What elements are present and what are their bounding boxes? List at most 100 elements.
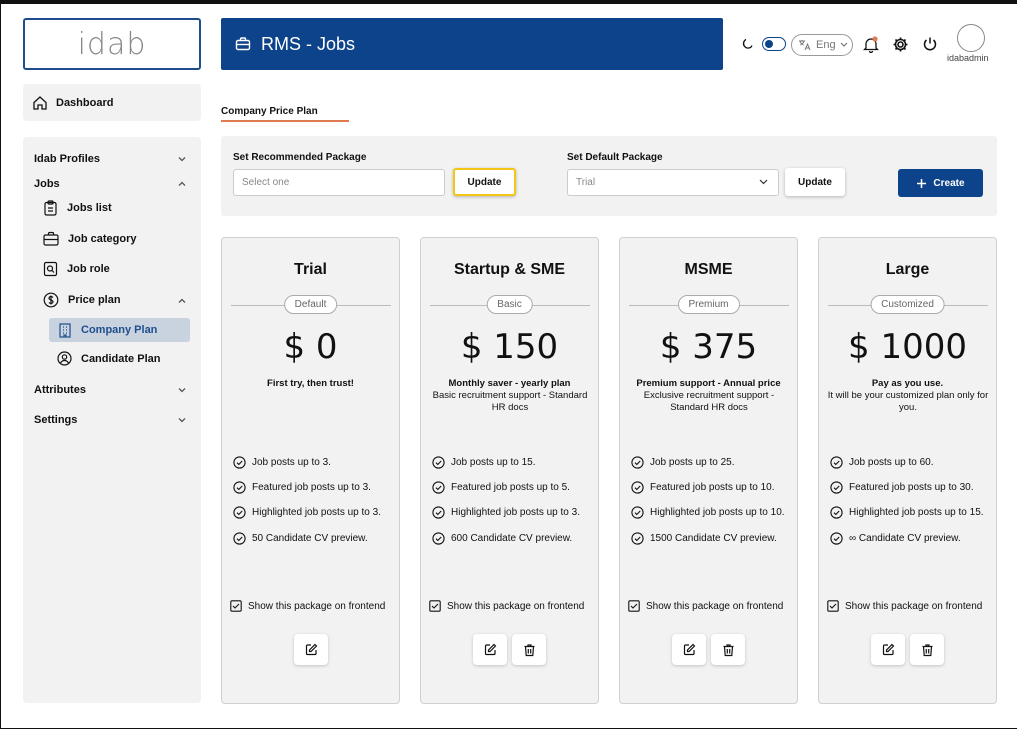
show-on-frontend-checkbox[interactable]: Show this package on frontend	[429, 600, 584, 612]
edit-button[interactable]	[871, 634, 905, 665]
edit-button[interactable]	[473, 634, 507, 665]
show-on-frontend-checkbox[interactable]: Show this package on frontend	[628, 600, 783, 612]
sidebar-section-settings[interactable]: Settings	[34, 414, 77, 426]
logo-text: idab	[77, 26, 147, 62]
bell-icon[interactable]	[863, 36, 879, 53]
sidebar-section-jobs[interactable]: Jobs	[34, 178, 60, 190]
user-circle-icon	[57, 351, 72, 366]
show-on-frontend-label: Show this package on frontend	[447, 600, 585, 612]
plan-feature: Highlighted job posts up to 3.	[233, 506, 381, 519]
plan-feature: Highlighted job posts up to 3.	[432, 506, 580, 519]
plan-price: $ 0	[283, 327, 338, 367]
default-package-label: Set Default Package	[567, 152, 663, 163]
chevron-up-icon[interactable]	[177, 179, 187, 189]
checkbox-checked-icon[interactable]	[230, 600, 242, 612]
plan-tier-badge: Customized	[870, 295, 945, 314]
sidebar-item-price-plan[interactable]: Price plan	[43, 292, 121, 308]
language-select[interactable]: Eng	[791, 34, 853, 56]
check-circle-icon	[830, 532, 843, 545]
plan-description: It will be your customized plan only for…	[827, 390, 989, 413]
check-circle-icon	[830, 506, 843, 519]
edit-button[interactable]	[294, 634, 328, 665]
sidebar-item-label: Candidate Plan	[81, 352, 161, 365]
search-document-icon	[43, 261, 58, 277]
sidebar-item-label: Price plan	[68, 294, 121, 306]
plan-tagline: Monthly saver - yearly plan	[448, 378, 571, 389]
plan-tagline: First try, then trust!	[267, 378, 354, 389]
app-logo[interactable]: idab	[23, 18, 201, 70]
price-plan-card: Trial Default $ 0 First try, then trust! Jo…	[221, 237, 400, 704]
power-icon[interactable]	[922, 36, 938, 52]
create-button[interactable]: Create	[898, 169, 983, 197]
recommended-package-input[interactable]: Select one	[233, 169, 445, 196]
plan-feature-text: 50 Candidate CV preview.	[252, 533, 368, 544]
check-circle-icon	[631, 532, 644, 545]
gear-icon[interactable]	[892, 36, 909, 53]
show-on-frontend-checkbox[interactable]: Show this package on frontend	[230, 600, 385, 612]
plan-feature-text: 600 Candidate CV preview.	[451, 533, 573, 544]
plan-feature-text: Featured job posts up to 3.	[252, 482, 371, 493]
plan-feature-text: Highlighted job posts up to 15.	[849, 507, 984, 518]
checkbox-checked-icon[interactable]	[628, 600, 640, 612]
avatar[interactable]	[957, 24, 985, 52]
sidebar-item-label: Dashboard	[56, 96, 114, 109]
plan-name: Trial	[294, 261, 327, 278]
plan-feature-text: Highlighted job posts up to 3.	[252, 507, 381, 518]
sidebar-item-company-plan[interactable]: Company Plan	[49, 318, 190, 342]
plan-price: $ 375	[659, 327, 758, 367]
sidebar-item-job-category[interactable]: Job category	[43, 231, 136, 246]
sidebar-item-job-role[interactable]: Job role	[43, 261, 110, 277]
sidebar-item-jobs-list[interactable]: Jobs list	[43, 200, 112, 216]
trash-icon	[722, 643, 735, 657]
theme-toggle[interactable]	[762, 37, 786, 51]
username: idabadmin	[947, 53, 989, 63]
plan-feature-text: Highlighted job posts up to 3.	[451, 507, 580, 518]
delete-button[interactable]	[910, 634, 944, 665]
briefcase-icon	[43, 231, 59, 246]
sidebar: Idab Profiles Jobs Jobs list Job categor…	[23, 137, 201, 703]
update-recommended-button[interactable]: Update	[453, 168, 516, 196]
chevron-down-icon[interactable]	[177, 154, 187, 164]
default-package-select[interactable]: Trial	[567, 169, 779, 196]
chevron-down-icon[interactable]	[177, 415, 187, 425]
show-on-frontend-checkbox[interactable]: Show this package on frontend	[827, 600, 982, 612]
check-circle-icon	[432, 456, 445, 469]
check-circle-icon	[432, 481, 445, 494]
sidebar-section-idab-profiles[interactable]: Idab Profiles	[34, 153, 100, 165]
chevron-up-icon[interactable]	[177, 296, 187, 306]
edit-button[interactable]	[672, 634, 706, 665]
plan-tier-badge: Default	[283, 295, 338, 314]
plan-feature: ∞ Candidate CV preview.	[830, 532, 961, 545]
sidebar-section-attributes[interactable]: Attributes	[34, 384, 86, 396]
plan-feature-text: Job posts up to 25.	[650, 457, 735, 468]
plan-name: MSME	[684, 261, 733, 278]
plan-description: Basic recruitment support - Standard HR …	[432, 390, 588, 413]
plan-feature: 50 Candidate CV preview.	[233, 532, 368, 545]
window-left-border	[0, 0, 1, 729]
tab-company-price-plan[interactable]: Company Price Plan	[221, 106, 318, 117]
plan-price: $ 1000	[848, 327, 967, 367]
home-icon	[32, 95, 48, 111]
plan-feature-text: Featured job posts up to 10.	[650, 482, 775, 493]
checkbox-checked-icon[interactable]	[827, 600, 839, 612]
sidebar-item-label: Jobs list	[67, 202, 112, 214]
delete-button[interactable]	[512, 634, 546, 665]
plan-feature: Job posts up to 15.	[432, 456, 536, 469]
show-on-frontend-label: Show this package on frontend	[646, 600, 784, 612]
checkbox-checked-icon[interactable]	[429, 600, 441, 612]
chevron-down-icon[interactable]	[177, 385, 187, 395]
trash-icon	[921, 643, 934, 657]
plan-tagline: Premium support - Annual price	[636, 378, 781, 389]
delete-button[interactable]	[711, 634, 745, 665]
sidebar-item-dashboard[interactable]: Dashboard	[23, 84, 201, 121]
page-header: RMS - Jobs	[221, 18, 723, 70]
briefcase-icon	[235, 36, 251, 52]
create-label: Create	[933, 177, 965, 189]
check-circle-icon	[631, 456, 644, 469]
plan-feature: Job posts up to 25.	[631, 456, 735, 469]
edit-icon	[305, 643, 318, 656]
plan-description: Exclusive recruitment support - Standard…	[643, 390, 775, 413]
sidebar-item-candidate-plan[interactable]: Candidate Plan	[57, 351, 160, 366]
update-default-button[interactable]: Update	[785, 168, 845, 196]
sidebar-item-label: Job role	[67, 263, 110, 275]
